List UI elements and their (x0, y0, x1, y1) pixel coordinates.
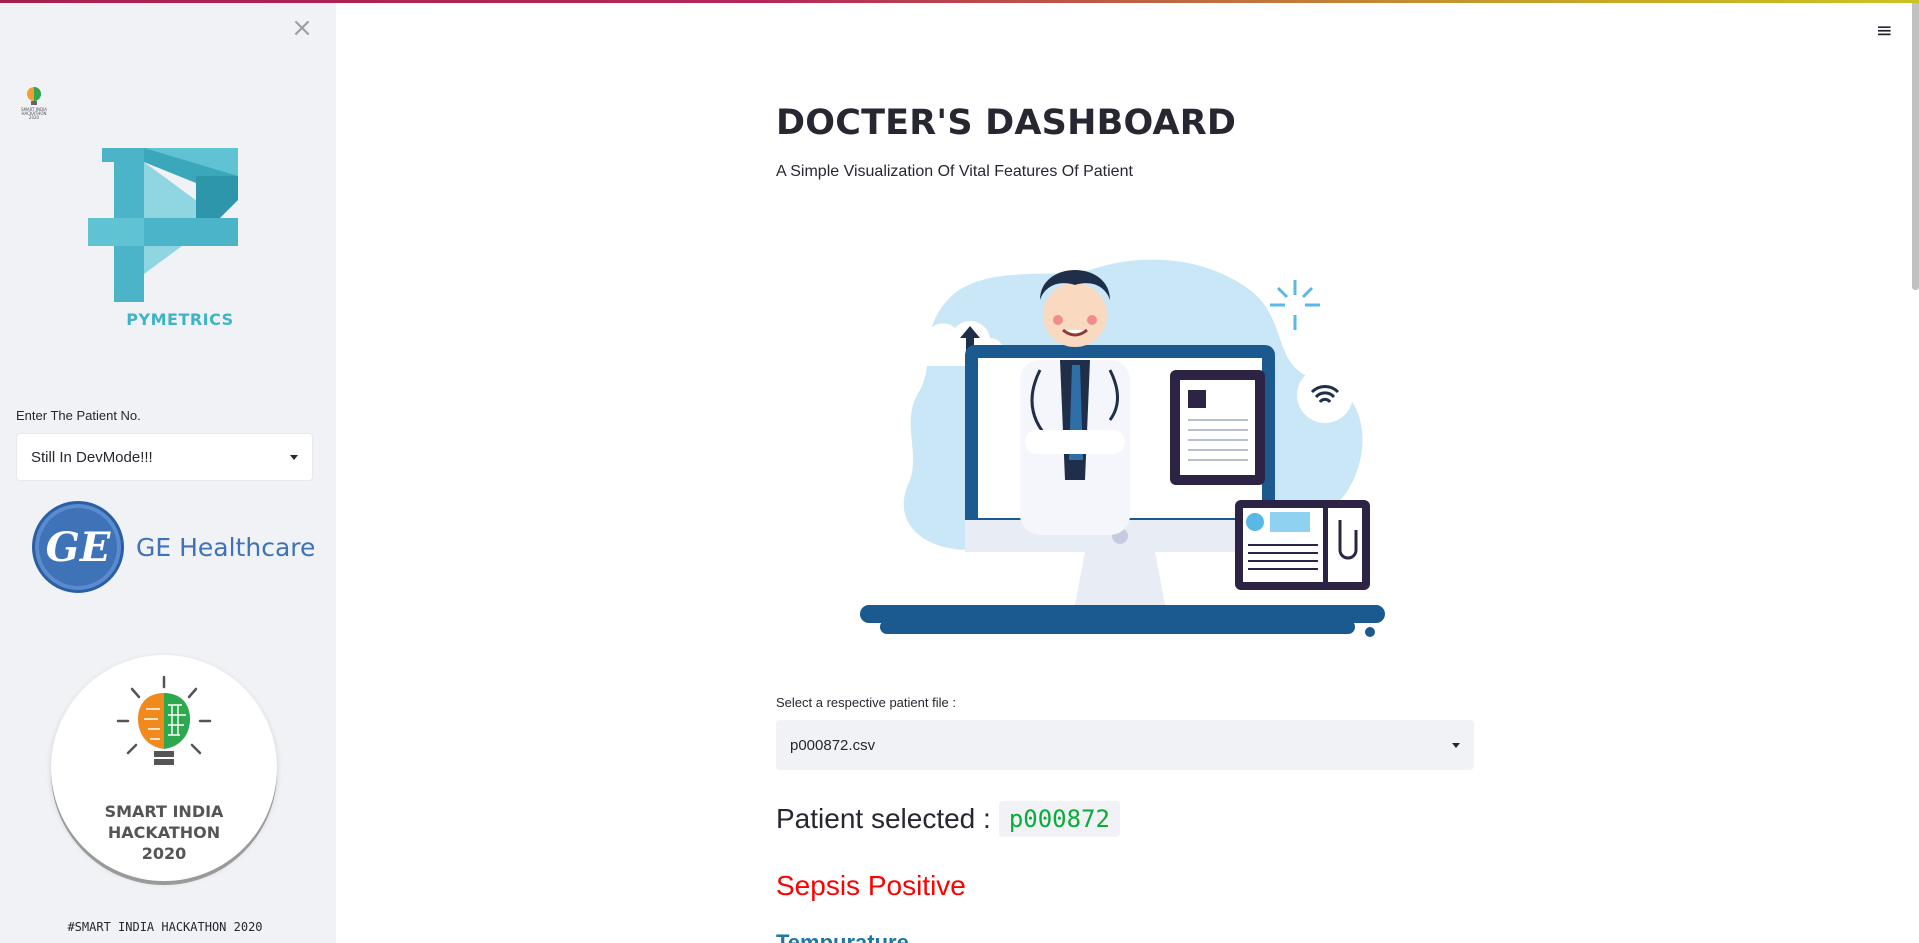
sih-badge-line: HACKATHON (107, 823, 221, 842)
pymetrics-logo-icon (88, 148, 238, 302)
sih-badge: SMART INDIA HACKATHON 2020 (51, 655, 277, 881)
ge-healthcare-text: GE Healthcare (136, 532, 316, 562)
sidebar: × SMART INDIA HACKATHON 2020 PYMETRICS E… (0, 0, 336, 943)
page-subtitle: A Simple Visualization Of Vital Features… (776, 163, 1133, 180)
top-accent-bar (0, 0, 1919, 3)
doctor-illustration (860, 259, 1385, 637)
patient-no-select[interactable]: Still In DevMode!!! (16, 433, 313, 481)
brain-bulb-icon (116, 675, 212, 765)
patient-no-label: Enter The Patient No. (16, 408, 141, 423)
bulb-icon (27, 87, 41, 105)
ge-healthcare-logo: GE GE Healthcare (32, 500, 332, 594)
scrollbar[interactable] (1912, 0, 1919, 290)
sih-badge-line: SMART INDIA (104, 802, 224, 821)
patient-file-value: p000872.csv (790, 736, 876, 754)
diagnosis-status: Sepsis Positive (776, 870, 966, 901)
sih-small-logo: SMART INDIA HACKATHON 2020 (18, 84, 50, 128)
close-icon[interactable]: × (290, 15, 314, 41)
temperature-section-title: Tempurature (776, 930, 909, 943)
caret-down-icon (1452, 742, 1460, 748)
patient-selected-row: Patient selected : p000872 (776, 801, 1120, 837)
sidebar-footer: #SMART INDIA HACKATHON 2020 (67, 920, 263, 934)
patient-selected-code: p000872 (998, 801, 1120, 837)
sih-badge-text: SMART INDIA HACKATHON 2020 (51, 801, 277, 864)
caret-down-icon (290, 454, 298, 460)
file-select-label: Select a respective patient file : (776, 695, 956, 710)
page-title: DOCTER'S DASHBOARD (776, 103, 1237, 143)
patient-selected-label: Patient selected : (776, 803, 991, 834)
sih-badge-line: 2020 (141, 844, 187, 863)
patient-no-value: Still In DevMode!!! (31, 448, 153, 466)
pymetrics-logo-label: PYMETRICS (126, 310, 234, 329)
sih-small-logo-text: SMART INDIA HACKATHON 2020 (20, 107, 48, 120)
hamburger-menu-icon[interactable]: ≡ (1876, 20, 1896, 40)
ge-monogram-icon: GE (32, 501, 124, 593)
patient-file-select[interactable]: p000872.csv (776, 720, 1474, 770)
